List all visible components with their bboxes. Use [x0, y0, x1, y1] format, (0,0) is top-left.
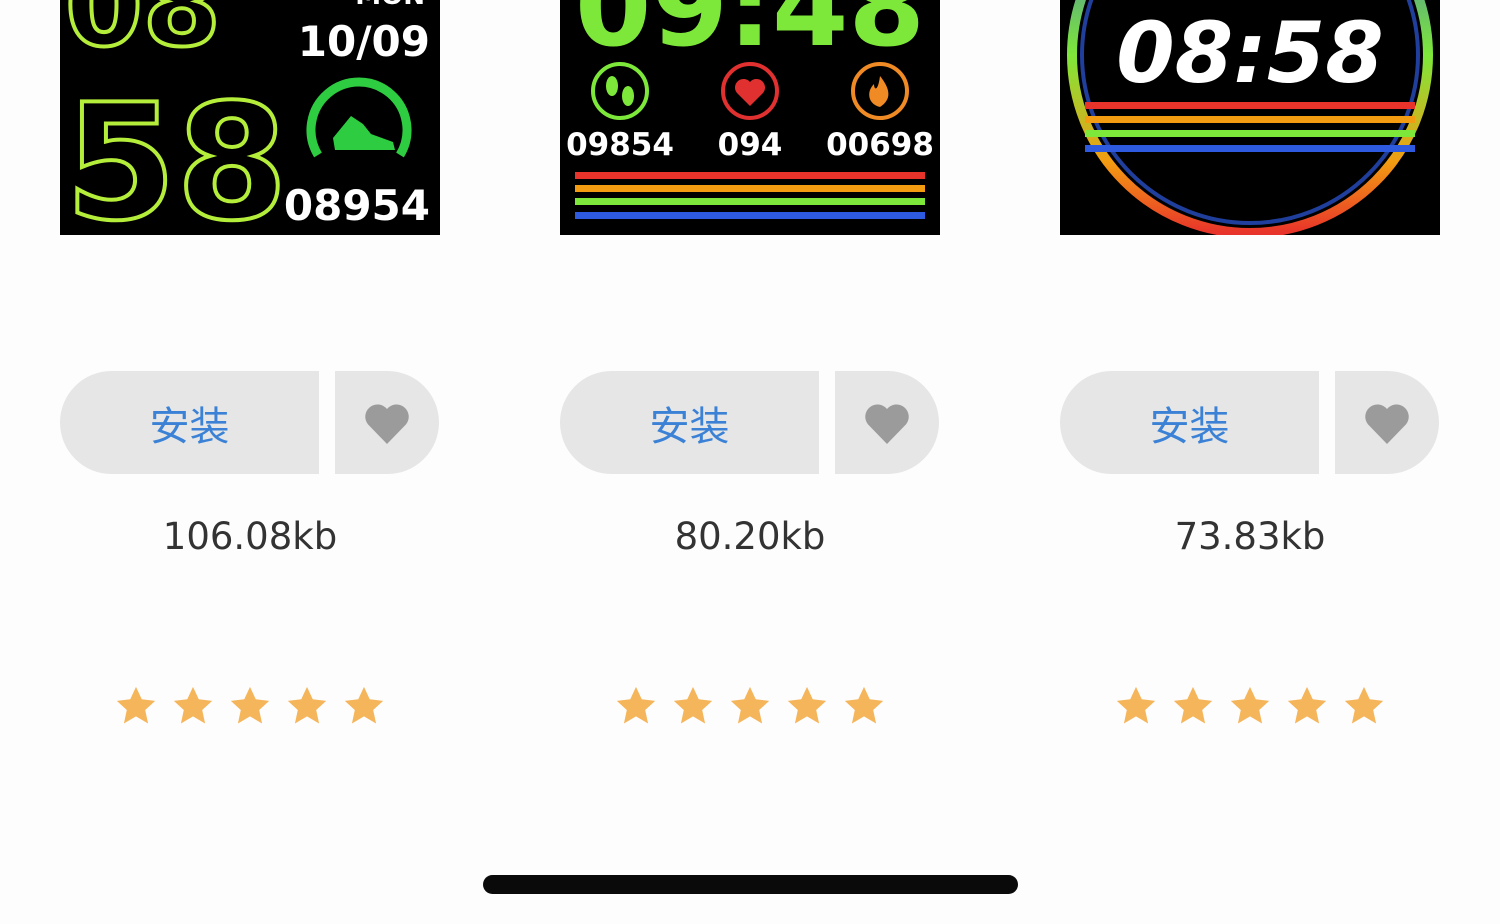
star-icon: [116, 686, 156, 724]
star-icon: [173, 686, 213, 724]
star-icon: [1173, 686, 1213, 724]
heart-icon: [365, 403, 409, 444]
favorite-button[interactable]: [1335, 371, 1439, 474]
rating-stars: [1060, 683, 1440, 729]
face-minute: 58: [65, 69, 288, 235]
face-time: 09:48: [575, 0, 925, 71]
calories-value: 00698: [826, 127, 934, 163]
watch-face-preview[interactable]: 08 58 MON 10/09 08954: [60, 0, 440, 235]
file-size: 73.83kb: [1174, 515, 1326, 558]
star-icon: [673, 686, 713, 724]
watch-face-preview[interactable]: 09:48 09854 094 00698: [560, 0, 940, 235]
heart-rate-value: 094: [718, 127, 783, 163]
watch-face-card-3[interactable]: 08:58 安装 73.83kb: [1060, 0, 1440, 924]
file-size: 106.08kb: [162, 515, 338, 558]
heart-icon: [1365, 403, 1409, 444]
install-button[interactable]: 安装: [560, 371, 819, 474]
star-icon: [616, 686, 656, 724]
face-hour: 08: [65, 0, 221, 72]
star-icon: [787, 686, 827, 724]
star-icon: [1116, 686, 1156, 724]
star-icon: [230, 686, 270, 724]
face-weekday: MON: [355, 0, 425, 11]
install-button[interactable]: 安装: [1060, 371, 1319, 474]
star-icon: [344, 686, 384, 724]
star-icon: [1344, 686, 1384, 724]
face-steps: 08954: [284, 181, 430, 230]
rating-stars: [560, 683, 940, 729]
star-icon: [1230, 686, 1270, 724]
rating-stars: [60, 683, 440, 729]
star-icon: [844, 686, 884, 724]
file-size: 80.20kb: [674, 515, 826, 558]
star-icon: [1287, 686, 1327, 724]
face-date: 10/09: [298, 17, 430, 66]
watch-face-card-1[interactable]: 08 58 MON 10/09 08954 安装 106.08kb: [60, 0, 440, 924]
steps-value: 09854: [566, 127, 674, 163]
star-icon: [730, 686, 770, 724]
star-icon: [287, 686, 327, 724]
heart-icon: [865, 403, 909, 444]
watch-face-preview[interactable]: 08:58: [1060, 0, 1440, 235]
favorite-button[interactable]: [335, 371, 439, 474]
watch-face-card-2[interactable]: 09:48 09854 094 00698 安装 80.20kb: [560, 0, 940, 924]
favorite-button[interactable]: [835, 371, 939, 474]
face-time: 08:58: [1116, 4, 1383, 102]
home-indicator[interactable]: [483, 875, 1018, 894]
install-button[interactable]: 安装: [60, 371, 319, 474]
